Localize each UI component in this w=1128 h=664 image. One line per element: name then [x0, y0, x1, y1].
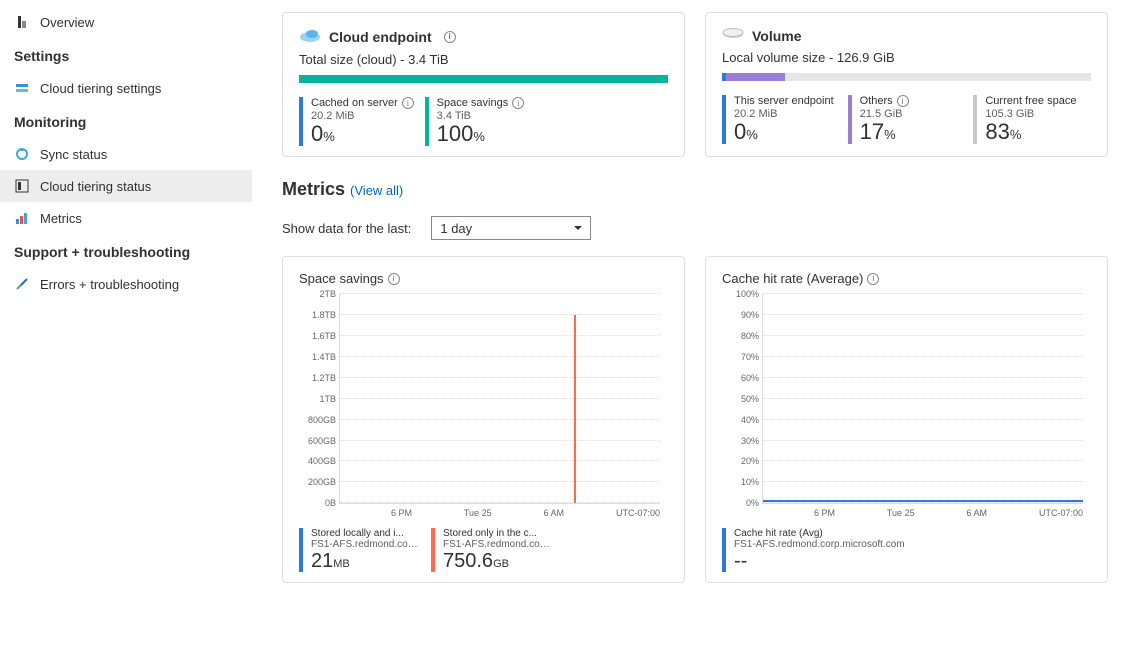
volume-card-title: Volume — [752, 28, 802, 44]
stat-label: Others — [860, 95, 893, 107]
legend-unit: MB — [333, 558, 350, 570]
status-icon — [14, 178, 30, 194]
stat-unit: % — [323, 129, 335, 144]
volume-card-subtitle: Local volume size - 126.9 GiB — [722, 50, 1091, 65]
sidebar-item-label: Cloud tiering settings — [40, 81, 161, 96]
legend-value: -- — [734, 550, 747, 572]
cloud-card-subtitle: Total size (cloud) - 3.4 TiB — [299, 52, 668, 67]
volume-bar — [722, 73, 1091, 81]
legend-label: Stored locally and i... — [311, 528, 421, 539]
stat-value: 100 — [437, 121, 474, 146]
metrics-icon — [14, 210, 30, 226]
legend-value: 750.6 — [443, 550, 493, 572]
info-icon[interactable]: i — [444, 31, 456, 43]
cloud-icon — [299, 27, 321, 46]
sidebar-item-label: Metrics — [40, 211, 82, 226]
chart-title: Cache hit rate (Average) — [722, 271, 863, 286]
chart-plot[interactable]: 0B 200GB 400GB 600GB 800GB 1TB 1.2TB 1.4… — [339, 294, 660, 504]
info-icon[interactable]: i — [388, 273, 400, 285]
stat-label: Cached on server — [311, 97, 398, 109]
server-icon — [14, 14, 30, 30]
info-icon[interactable]: i — [402, 97, 414, 109]
stat-value: 83 — [985, 119, 1009, 144]
space-savings-chart: Space savings i 0B 200GB 400GB 600GB 800… — [282, 256, 685, 583]
stat-label: Current free space — [985, 95, 1076, 107]
view-all-link[interactable]: (View all) — [350, 183, 403, 198]
info-icon[interactable]: i — [512, 97, 524, 109]
stat-unit: % — [884, 127, 896, 142]
legend-sub: FS1-AFS.redmond.corp.microsoft.com — [734, 539, 905, 550]
sidebar-header-monitoring: Monitoring — [0, 104, 252, 138]
sidebar-item-label: Sync status — [40, 147, 107, 162]
cloud-bar — [299, 75, 668, 83]
main-content: Cloud endpoint i Total size (cloud) - 3.… — [252, 0, 1128, 664]
legend-unit: GB — [493, 558, 509, 570]
metrics-section-title: Metrics (View all) — [282, 179, 1108, 200]
stat-value: 17 — [860, 119, 884, 144]
chart-title: Space savings — [299, 271, 384, 286]
stat-value: 0 — [734, 119, 746, 144]
range-label: Show data for the last: — [282, 221, 411, 236]
sidebar-item-label: Cloud tiering status — [40, 179, 151, 194]
volume-card: Volume Local volume size - 126.9 GiB Thi… — [705, 12, 1108, 157]
sidebar-item-errors[interactable]: Errors + troubleshooting — [0, 268, 252, 300]
sidebar-item-label: Errors + troubleshooting — [40, 277, 179, 292]
sidebar-item-metrics[interactable]: Metrics — [0, 202, 252, 234]
sidebar-item-overview[interactable]: Overview — [0, 6, 252, 38]
chart-plot[interactable]: 0% 10% 20% 30% 40% 50% 60% 70% 80% 90% 1… — [762, 294, 1083, 504]
legend-label: Cache hit rate (Avg) — [734, 528, 844, 539]
sidebar-header-settings: Settings — [0, 38, 252, 72]
range-select-value: 1 day — [440, 221, 472, 236]
sync-icon — [14, 146, 30, 162]
sidebar-item-cloud-tiering-settings[interactable]: Cloud tiering settings — [0, 72, 252, 104]
stat-unit: % — [746, 127, 758, 142]
tiering-icon — [14, 80, 30, 96]
sidebar-item-label: Overview — [40, 15, 94, 30]
info-icon[interactable]: i — [897, 95, 909, 107]
sidebar-item-sync-status[interactable]: Sync status — [0, 138, 252, 170]
sidebar-header-support: Support + troubleshooting — [0, 234, 252, 268]
legend-sub: FS1-AFS.redmond.corp... — [443, 539, 553, 550]
legend-value: 21 — [311, 550, 333, 572]
legend-label: Stored only in the c... — [443, 528, 553, 539]
stat-sub: 20.2 MiB — [734, 108, 840, 120]
sidebar-item-cloud-tiering-status[interactable]: Cloud tiering status — [0, 170, 252, 202]
sidebar: Overview Settings Cloud tiering settings… — [0, 0, 252, 664]
cloud-card-title: Cloud endpoint — [329, 29, 432, 45]
range-select[interactable]: 1 day — [431, 216, 591, 240]
cloud-endpoint-card: Cloud endpoint i Total size (cloud) - 3.… — [282, 12, 685, 157]
stat-unit: % — [1010, 127, 1022, 142]
cache-hit-rate-chart: Cache hit rate (Average) i 0% 10% 20% 30… — [705, 256, 1108, 583]
chart-x-axis: 6 PMTue 256 AMUTC-07:00 — [339, 504, 660, 518]
chart-x-axis: 6 PMTue 256 AMUTC-07:00 — [762, 504, 1083, 518]
stat-value: 0 — [311, 121, 323, 146]
stat-label: This server endpoint — [734, 95, 834, 107]
chart-line — [763, 500, 1083, 502]
legend-sub: FS1-AFS.redmond.corp... — [311, 539, 421, 550]
stat-unit: % — [473, 129, 485, 144]
disk-icon — [722, 27, 744, 44]
chart-spike — [574, 315, 576, 503]
stat-sub: 20.2 MiB — [311, 110, 417, 122]
stat-label: Space savings — [437, 97, 509, 109]
info-icon[interactable]: i — [867, 273, 879, 285]
wrench-icon — [14, 276, 30, 292]
